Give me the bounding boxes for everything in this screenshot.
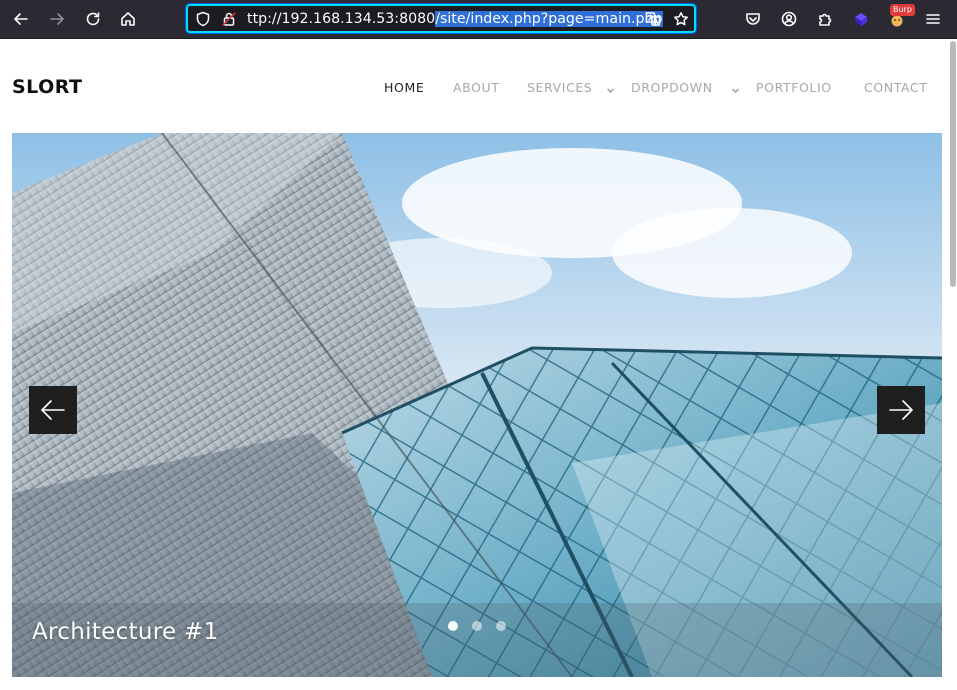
puzzle-icon xyxy=(819,13,832,26)
dropdown-chevron-down-icon[interactable] xyxy=(731,82,740,94)
nav-home[interactable]: HOME xyxy=(384,80,424,95)
slider-dot-3[interactable] xyxy=(496,621,506,631)
pocket-button[interactable] xyxy=(739,5,767,33)
nav-portfolio[interactable]: PORTFOLIO xyxy=(756,80,832,95)
insecure-lock-icon[interactable] xyxy=(220,10,238,28)
nav-dropdown[interactable]: DROPDOWN xyxy=(631,80,713,95)
arrow-left-icon xyxy=(41,400,65,420)
extensions-button[interactable] xyxy=(811,5,839,33)
main-nav: HOME ABOUT SERVICES DROPDOWN PORTFOLIO C… xyxy=(0,80,957,96)
slider-dot-1[interactable] xyxy=(448,621,458,631)
arrow-left-icon xyxy=(14,13,28,25)
translate-icon[interactable] xyxy=(644,10,662,28)
nav-services[interactable]: SERVICES xyxy=(527,80,592,95)
browser-toolbar: ttp://192.168.134.53:8080/site/index.php… xyxy=(0,0,957,39)
reload-icon xyxy=(86,12,100,26)
back-button[interactable] xyxy=(7,5,35,33)
slider-dot-2[interactable] xyxy=(472,621,482,631)
hamburger-icon xyxy=(926,14,940,24)
extension-purple-button[interactable] xyxy=(847,5,875,33)
url-path-selected: /site/index.php?page=main.php xyxy=(435,11,663,27)
slider-next-button[interactable] xyxy=(877,386,925,434)
star-icon[interactable] xyxy=(672,10,690,28)
services-chevron-down-icon[interactable] xyxy=(606,82,615,94)
pocket-icon xyxy=(746,13,760,25)
arrow-right-icon xyxy=(889,400,913,420)
slider-prev-button[interactable] xyxy=(29,386,77,434)
forward-button[interactable] xyxy=(43,5,71,33)
architecture-photo xyxy=(12,133,942,677)
home-button[interactable] xyxy=(114,5,142,33)
home-icon xyxy=(121,12,135,26)
arrow-right-icon xyxy=(50,13,64,25)
account-button[interactable] xyxy=(775,5,803,33)
nav-contact[interactable]: CONTACT xyxy=(864,80,927,95)
hero-slider[interactable]: Architecture #1 xyxy=(12,133,942,677)
url-text[interactable]: ttp://192.168.134.53:8080/site/index.php… xyxy=(247,10,663,29)
cube-extension-icon xyxy=(855,13,867,26)
nav-about[interactable]: ABOUT xyxy=(453,80,500,95)
slide-caption: Architecture #1 xyxy=(32,619,219,645)
url-host: ttp://192.168.134.53:8080 xyxy=(247,11,436,27)
shield-icon[interactable] xyxy=(194,10,212,28)
page-scrollbar[interactable] xyxy=(950,41,956,287)
reload-button[interactable] xyxy=(79,5,107,33)
menu-button[interactable] xyxy=(919,5,947,33)
account-icon xyxy=(781,11,797,27)
url-bar[interactable]: ttp://192.168.134.53:8080/site/index.php… xyxy=(185,3,697,34)
extension-badge: Burp xyxy=(890,4,915,16)
